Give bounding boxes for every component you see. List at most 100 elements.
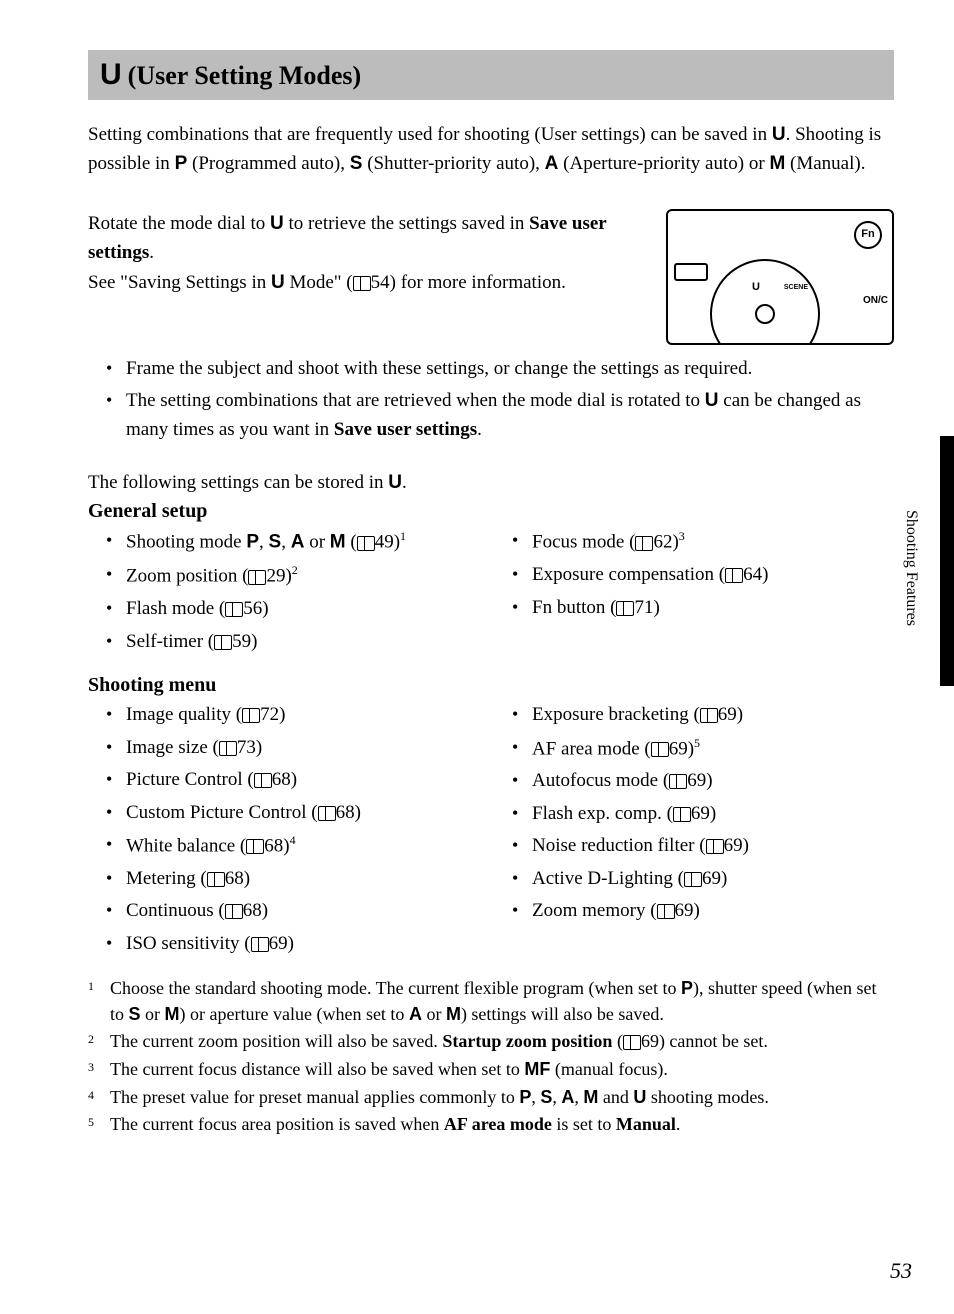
fn-text: 69) cannot be set. [641,1031,768,1051]
intro-text: Setting combinations that are frequently… [88,124,772,145]
item-text: Continuous ( [126,900,225,921]
dial-u-label: U [752,279,760,296]
manual-ref-icon [706,839,724,852]
rotate-text: Mode" ( [285,272,353,293]
fn-bold: Manual [616,1114,676,1134]
page-ref: 69) [269,933,294,954]
manual-ref-icon [669,774,687,787]
fn-text: The current focus area position is saved… [110,1114,444,1134]
mode-m-icon: M [769,153,785,174]
list-item: Picture Control ( 68) [112,766,488,795]
list-item: Shooting mode P, S, A or M (49)1 [112,527,488,557]
footnote-number: 5 [88,1112,100,1138]
mode-icon: A [409,1004,422,1024]
bullet-text: . [477,419,482,440]
item-text: , [281,532,291,553]
page-ref: 59) [232,631,257,652]
list-item: Frame the subject and shoot with these s… [112,355,894,384]
list-item: Metering (68) [112,865,488,894]
footnote-number: 4 [88,1085,100,1111]
list-item: Exposure bracketing (69) [518,701,894,730]
manual-ref-icon [225,602,243,615]
list-item: Active D-Lighting (69) [518,865,894,894]
heading-text: (User Setting Modes) [128,61,361,91]
fn-text: Choose the standard shooting mode. The c… [110,978,681,998]
footnote-text: The preset value for preset manual appli… [110,1085,894,1111]
mode-icon: M [330,532,346,553]
rotate-text: to retrieve the settings saved in [284,213,529,234]
mode-u-icon: U [705,390,719,411]
manual-ref-icon [242,708,260,721]
intro-text: (Shutter-priority auto), [362,153,544,174]
mode-icon: M [446,1004,461,1024]
manual-ref-icon [651,742,669,755]
fn-text: is set to [552,1114,616,1134]
page-ref: 69) [724,835,749,856]
page-ref: 69) [675,900,700,921]
page-ref: 64) [743,564,768,585]
list-item: Zoom position (29)2 [112,561,488,591]
camera-dial-illustration: Fn ON/C U SCENE [666,209,894,345]
list-item: Zoom memory (69) [518,897,894,926]
page-ref: 68) [272,769,297,790]
mode-s-icon: S [350,153,363,174]
footnotes: 1Choose the standard shooting mode. The … [88,976,894,1137]
page-ref: 29) [266,566,291,587]
page-ref: 68) [336,802,361,823]
manual-ref-icon [353,276,371,289]
manual-ref-icon [207,872,225,885]
list-item: Exposure compensation ( 64) [518,561,894,590]
manual-ref-icon [357,536,375,549]
item-text: Noise reduction filter ( [532,835,706,856]
mode-icon: M [583,1087,598,1107]
page-ref: 72) [260,704,285,725]
mode-icon: P [681,978,693,998]
fn-text: The current focus distance will also be … [110,1059,524,1079]
mode-u-icon: U [270,213,284,234]
stored-intro: The following settings can be stored in … [88,472,894,494]
page-number: 53 [890,1258,912,1284]
item-text: Zoom position ( [126,566,248,587]
mode-a-icon: A [545,153,559,174]
fn-text: ( [612,1031,623,1051]
fn-text: The current zoom position will also be s… [110,1031,442,1051]
manual-ref-icon [246,839,264,852]
footnote-row: 3The current focus distance will also be… [88,1057,894,1083]
footnote-text: The current focus distance will also be … [110,1057,894,1083]
list-item: ISO sensitivity ( 69) [112,930,488,959]
item-text: Exposure compensation ( [532,564,725,585]
footnote-ref: 5 [694,736,700,750]
mode-icon: P [246,532,259,553]
rotate-text: . [149,242,154,263]
rotate-text: See "Saving Settings in [88,272,271,293]
footnote-row: 4 The preset value for preset manual appl… [88,1085,894,1111]
list-item: Focus mode (62)3 [518,527,894,557]
mode-icon: A [561,1087,574,1107]
camera-body-part [674,263,708,281]
list-item: AF area mode (69)5 [518,734,894,764]
item-text: , [259,532,269,553]
rotate-section: Rotate the mode dial to U to retrieve th… [88,209,894,345]
manual-ref-icon [673,807,691,820]
manual-ref-icon [251,937,269,950]
page-ref: 62) [653,532,678,553]
fn-text: shooting modes. [646,1087,769,1107]
item-text: Flash exp. comp. ( [532,803,673,824]
bullet-text: The setting combinations that are retrie… [126,390,705,411]
fn-text: (manual focus). [550,1059,667,1079]
manual-ref-icon [700,708,718,721]
heading-icon-u: U [100,58,122,92]
fn-text: The preset value for preset manual appli… [110,1087,519,1107]
instruction-list: Frame the subject and shoot with these s… [88,355,894,445]
page-ref: 56) [243,598,268,619]
intro-text: (Programmed auto), [187,153,350,174]
shooting-menu-heading: Shooting menu [88,674,894,697]
item-text: ISO sensitivity ( [126,933,251,954]
page-ref: 68) [264,835,289,856]
fn-text: . [676,1114,681,1134]
page-ref: 68) [225,868,250,889]
manual-ref-icon [248,570,266,583]
item-text: Picture Control ( [126,769,254,790]
mode-icon: S [269,532,282,553]
mode-dial-icon: U SCENE [710,259,820,345]
